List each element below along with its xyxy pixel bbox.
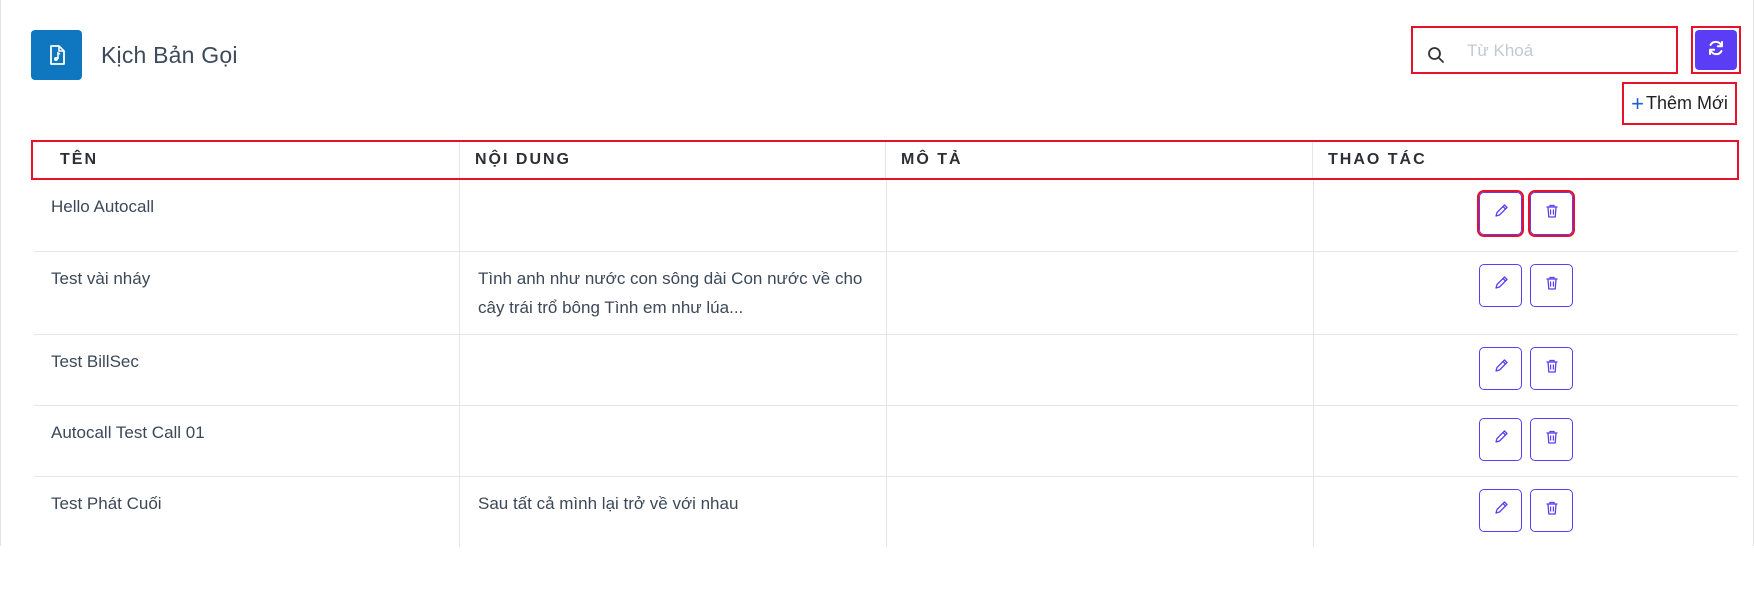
content-cell: Tình anh như nước con sông dài Con nước … bbox=[460, 252, 887, 334]
description-cell bbox=[887, 180, 1314, 251]
delete-button[interactable] bbox=[1528, 190, 1575, 237]
table-row: Test vài nháy Tình anh như nước con sông… bbox=[34, 252, 1738, 335]
edit-button[interactable] bbox=[1479, 264, 1522, 307]
name-cell: Test Phát Cuối bbox=[34, 477, 460, 547]
pencil-icon bbox=[1493, 425, 1509, 454]
script-card: Kịch Bản Gọi Từ Khoá + Thêm Mới TÊN NỘI … bbox=[0, 0, 1754, 547]
name-cell: Test vài nháy bbox=[34, 252, 460, 334]
table-row: Test Phát Cuối Sau tất cả mình lại trở v… bbox=[34, 477, 1738, 547]
content-cell bbox=[460, 335, 887, 405]
plus-icon: + bbox=[1631, 90, 1645, 116]
pencil-icon bbox=[1493, 354, 1509, 383]
content-cell bbox=[460, 406, 887, 476]
delete-button[interactable] bbox=[1530, 418, 1573, 461]
trash-icon bbox=[1544, 199, 1560, 228]
edit-button[interactable] bbox=[1479, 489, 1522, 532]
table-header: TÊN NỘI DUNG MÔ TẢ THAO TÁC bbox=[31, 140, 1739, 180]
pencil-icon bbox=[1493, 199, 1509, 228]
column-header-name[interactable]: TÊN bbox=[33, 142, 460, 178]
add-new-label: Thêm Mới bbox=[1646, 93, 1728, 113]
edit-button[interactable] bbox=[1479, 347, 1522, 390]
name-cell: Test BillSec bbox=[34, 335, 460, 405]
actions-cell bbox=[1314, 406, 1738, 476]
table-row: Autocall Test Call 01 bbox=[34, 406, 1738, 477]
pencil-icon bbox=[1493, 496, 1509, 525]
search-box[interactable] bbox=[1411, 26, 1678, 74]
content-cell bbox=[460, 180, 887, 251]
edit-button[interactable] bbox=[1479, 418, 1522, 461]
music-file-icon bbox=[31, 30, 82, 80]
search-icon bbox=[1427, 46, 1445, 69]
refresh-button-wrapper bbox=[1691, 26, 1741, 74]
actions-cell bbox=[1314, 252, 1738, 334]
page: Kịch Bản Gọi Từ Khoá + Thêm Mới TÊN NỘI … bbox=[0, 0, 1754, 602]
content-cell: Sau tất cả mình lại trở về với nhau bbox=[460, 477, 887, 547]
trash-icon bbox=[1544, 271, 1560, 300]
page-title: Kịch Bản Gọi bbox=[101, 42, 238, 68]
description-cell bbox=[887, 252, 1314, 334]
description-cell bbox=[887, 477, 1314, 547]
name-cell: Autocall Test Call 01 bbox=[34, 406, 460, 476]
add-new-button[interactable]: + Thêm Mới bbox=[1622, 82, 1737, 125]
search-input[interactable] bbox=[1465, 36, 1669, 66]
description-cell bbox=[887, 335, 1314, 405]
column-header-description[interactable]: MÔ TẢ bbox=[886, 142, 1313, 178]
table-row: Hello Autocall bbox=[34, 180, 1738, 252]
trash-icon bbox=[1544, 425, 1560, 454]
column-header-content[interactable]: NỘI DUNG bbox=[460, 142, 886, 178]
name-cell: Hello Autocall bbox=[34, 180, 460, 251]
trash-icon bbox=[1544, 496, 1560, 525]
delete-button[interactable] bbox=[1530, 347, 1573, 390]
trash-icon bbox=[1544, 354, 1560, 383]
table-body: Hello Autocall Test vài nháy Tình anh nh… bbox=[34, 180, 1738, 547]
delete-button[interactable] bbox=[1530, 489, 1573, 532]
actions-cell bbox=[1314, 477, 1738, 547]
pencil-icon bbox=[1493, 271, 1509, 300]
column-header-actions: THAO TÁC bbox=[1328, 151, 1427, 168]
delete-button[interactable] bbox=[1530, 264, 1573, 307]
actions-cell bbox=[1314, 335, 1738, 405]
refresh-button[interactable] bbox=[1695, 30, 1737, 70]
edit-button[interactable] bbox=[1477, 190, 1524, 237]
description-cell bbox=[887, 406, 1314, 476]
refresh-icon bbox=[1707, 39, 1725, 62]
table-row: Test BillSec bbox=[34, 335, 1738, 406]
actions-cell bbox=[1314, 180, 1738, 251]
